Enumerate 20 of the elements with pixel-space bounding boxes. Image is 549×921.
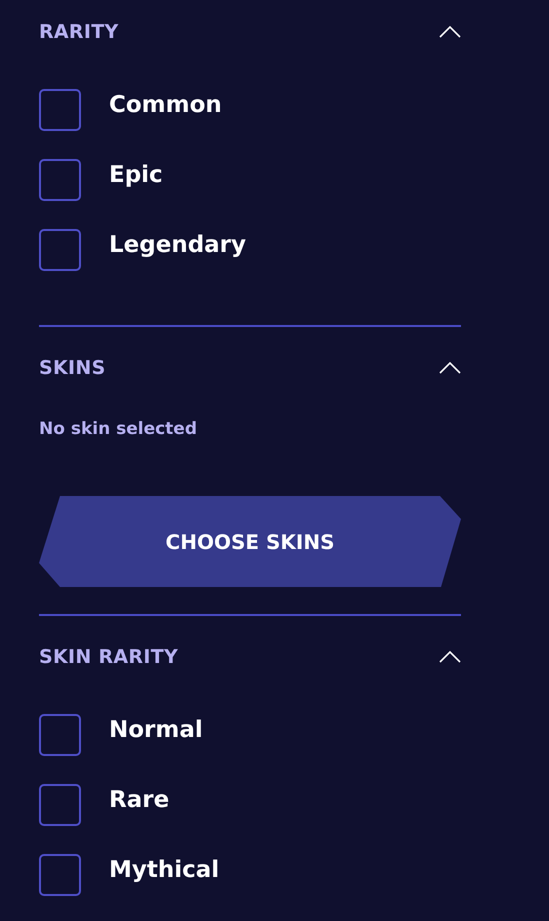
chevron-up-icon[interactable] [439, 651, 461, 663]
option-label[interactable]: Normal [109, 717, 203, 743]
checkbox[interactable] [39, 854, 81, 896]
selection-status: No skin selected [39, 419, 198, 439]
option-label[interactable]: Legendary [109, 232, 246, 258]
chevron-up-icon[interactable] [439, 26, 461, 38]
checkbox[interactable] [39, 159, 81, 201]
checkbox[interactable] [39, 784, 81, 826]
chevron-up-icon[interactable] [439, 362, 461, 374]
section-title: SKINS [39, 357, 106, 379]
checkbox[interactable] [39, 89, 81, 131]
checkbox[interactable] [39, 714, 81, 756]
choose-skins-button[interactable]: CHOOSE SKINS [39, 496, 461, 587]
option-label[interactable]: Common [109, 92, 222, 118]
checkbox[interactable] [39, 229, 81, 271]
option-label[interactable]: Mythical [109, 857, 220, 883]
option-label[interactable]: Rare [109, 787, 170, 813]
section-title: SKIN RARITY [39, 646, 178, 668]
section-title: RARITY [39, 21, 119, 43]
option-label[interactable]: Epic [109, 162, 163, 188]
